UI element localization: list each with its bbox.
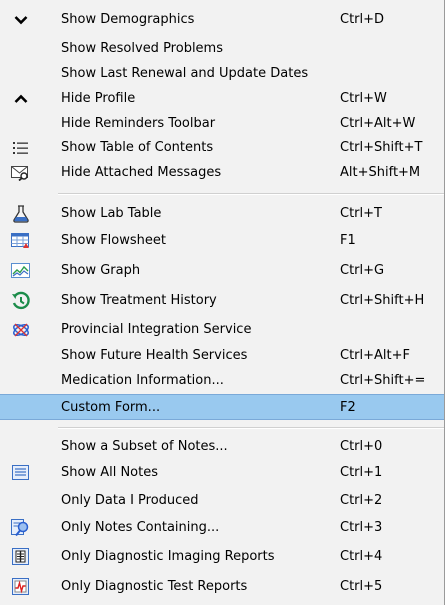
menu-item-label: Show a Subset of Notes... bbox=[61, 439, 228, 454]
shortcut-label: Ctrl+5 bbox=[340, 579, 383, 594]
menu-item-label: Hide Profile bbox=[61, 91, 136, 106]
menu-item-custom-form[interactable]: Custom Form... F2 bbox=[0, 394, 444, 420]
menu-item-label: Custom Form... bbox=[61, 400, 161, 415]
menu-item-label: Provincial Integration Service bbox=[61, 322, 252, 337]
list-icon bbox=[10, 138, 32, 158]
menu-item-show-future-health-services[interactable]: Show Future Health Services Ctrl+Alt+F bbox=[0, 344, 444, 368]
menu-item-only-diagnostic-imaging-reports[interactable]: Only Diagnostic Imaging Reports Ctrl+4 bbox=[0, 545, 444, 569]
menu-item-show-all-notes[interactable]: Show All Notes Ctrl+1 bbox=[0, 461, 444, 485]
context-menu: Show Demographics Ctrl+D Show Resolved P… bbox=[0, 0, 445, 605]
shortcut-label: Ctrl+Shift+T bbox=[340, 140, 423, 155]
shortcut-label: Ctrl+W bbox=[340, 91, 387, 106]
menu-item-label: Only Diagnostic Imaging Reports bbox=[61, 549, 275, 564]
menu-item-label: Hide Attached Messages bbox=[61, 165, 222, 180]
menu-item-show-demographics[interactable]: Show Demographics Ctrl+D bbox=[0, 8, 444, 32]
shortcut-label: F2 bbox=[340, 400, 356, 415]
menu-item-provincial-integration-service[interactable]: Provincial Integration Service bbox=[0, 318, 444, 342]
test-report-icon bbox=[10, 577, 32, 597]
search-notes-icon bbox=[10, 518, 32, 538]
menu-item-medication-information[interactable]: Medication Information... Ctrl+Shift+= bbox=[0, 369, 444, 393]
menu-item-label: Show Last Renewal and Update Dates bbox=[61, 66, 309, 81]
menu-item-show-resolved-problems[interactable]: Show Resolved Problems bbox=[0, 37, 444, 61]
shortcut-label: Alt+Shift+M bbox=[340, 165, 421, 180]
menu-item-label: Show Table of Contents bbox=[61, 140, 214, 155]
menu-item-label: Only Diagnostic Test Reports bbox=[61, 579, 248, 594]
menu-separator bbox=[58, 427, 444, 429]
shortcut-label: Ctrl+1 bbox=[340, 465, 383, 480]
menu-item-hide-profile[interactable]: Hide Profile Ctrl+W bbox=[0, 87, 444, 111]
menu-item-label: Show Resolved Problems bbox=[61, 41, 223, 56]
shortcut-label: Ctrl+D bbox=[340, 12, 385, 27]
chevron-down-icon bbox=[10, 10, 32, 30]
menu-separator bbox=[58, 193, 444, 195]
menu-item-label: Show Future Health Services bbox=[61, 348, 248, 363]
menu-item-label: Only Notes Containing... bbox=[61, 520, 220, 535]
shortcut-label: Ctrl+3 bbox=[340, 520, 383, 535]
menu-item-label: Show Flowsheet bbox=[61, 233, 166, 248]
menu-item-label: Medication Information... bbox=[61, 373, 224, 388]
integration-icon bbox=[10, 320, 32, 340]
envelope-search-icon bbox=[10, 163, 32, 183]
chevron-up-icon bbox=[10, 89, 32, 109]
menu-item-show-subset-of-notes[interactable]: Show a Subset of Notes... Ctrl+0 bbox=[0, 435, 444, 459]
shortcut-label: Ctrl+2 bbox=[340, 493, 383, 508]
menu-item-only-diagnostic-test-reports[interactable]: Only Diagnostic Test Reports Ctrl+5 bbox=[0, 575, 444, 599]
shortcut-label: F1 bbox=[340, 233, 356, 248]
menu-item-show-flowsheet[interactable]: Show Flowsheet F1 bbox=[0, 229, 444, 253]
menu-item-show-last-renewal-dates[interactable]: Show Last Renewal and Update Dates bbox=[0, 62, 444, 86]
flask-icon bbox=[10, 204, 32, 224]
flowsheet-icon bbox=[10, 231, 32, 251]
shortcut-label: Ctrl+Shift+= bbox=[340, 373, 426, 388]
menu-item-only-data-i-produced[interactable]: Only Data I Produced Ctrl+2 bbox=[0, 489, 444, 513]
shortcut-label: Ctrl+T bbox=[340, 206, 382, 221]
menu-item-label: Show Graph bbox=[61, 263, 141, 278]
menu-item-only-notes-containing[interactable]: Only Notes Containing... Ctrl+3 bbox=[0, 516, 444, 540]
shortcut-label: Ctrl+Alt+W bbox=[340, 116, 416, 131]
imaging-report-icon bbox=[10, 547, 32, 567]
menu-item-label: Show Treatment History bbox=[61, 293, 217, 308]
menu-item-label: Show All Notes bbox=[61, 465, 159, 480]
menu-item-hide-reminders-toolbar[interactable]: Hide Reminders Toolbar Ctrl+Alt+W bbox=[0, 112, 444, 136]
menu-item-hide-attached-messages[interactable]: Hide Attached Messages Alt+Shift+M bbox=[0, 161, 444, 185]
menu-item-show-graph[interactable]: Show Graph Ctrl+G bbox=[0, 259, 444, 283]
shortcut-label: Ctrl+Shift+H bbox=[340, 293, 425, 308]
menu-item-label: Show Demographics bbox=[61, 12, 195, 27]
menu-item-label: Hide Reminders Toolbar bbox=[61, 116, 216, 131]
shortcut-label: Ctrl+Alt+F bbox=[340, 348, 410, 363]
notes-icon bbox=[10, 463, 32, 483]
shortcut-label: Ctrl+4 bbox=[340, 549, 383, 564]
menu-item-label: Only Data I Produced bbox=[61, 493, 199, 508]
graph-icon bbox=[10, 261, 32, 281]
history-icon bbox=[10, 291, 32, 311]
menu-item-label: Show Lab Table bbox=[61, 206, 162, 221]
menu-item-show-treatment-history[interactable]: Show Treatment History Ctrl+Shift+H bbox=[0, 289, 444, 313]
shortcut-label: Ctrl+G bbox=[340, 263, 385, 278]
shortcut-label: Ctrl+0 bbox=[340, 439, 383, 454]
menu-item-show-lab-table[interactable]: Show Lab Table Ctrl+T bbox=[0, 202, 444, 226]
menu-item-show-table-of-contents[interactable]: Show Table of Contents Ctrl+Shift+T bbox=[0, 136, 444, 160]
